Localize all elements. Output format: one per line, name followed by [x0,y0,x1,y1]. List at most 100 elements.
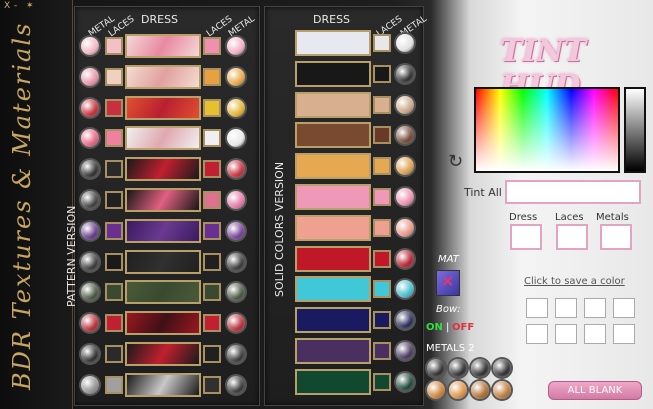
pattern-laces-left-swatch[interactable] [105,314,123,333]
pattern-laces-right-swatch[interactable] [203,252,221,271]
pattern-laces-left-swatch[interactable] [105,160,123,179]
pattern-dress-swatch[interactable] [125,218,201,243]
pattern-dress-swatch[interactable] [125,157,201,182]
pattern-metal-right-button[interactable] [227,129,245,148]
save-color-slot[interactable] [613,298,635,318]
pattern-metal-left-button[interactable] [81,191,99,209]
solid-laces-swatch[interactable] [373,372,391,391]
pattern-metal-right-button[interactable] [227,252,245,271]
color-picker[interactable] [474,87,620,173]
pattern-laces-left-swatch[interactable] [105,98,123,117]
pattern-metal-left-button[interactable] [81,37,99,55]
pattern-metal-right-button[interactable] [227,345,245,363]
pattern-dress-swatch[interactable] [125,95,201,120]
solid-metal-button[interactable] [396,126,414,145]
solid-laces-swatch[interactable] [373,342,391,360]
pattern-laces-left-swatch[interactable] [105,345,123,363]
pattern-metal-right-button[interactable] [227,221,245,240]
solid-laces-swatch[interactable] [373,95,391,114]
refresh-icon[interactable]: ↻ [448,151,468,172]
metals2-button[interactable] [471,381,489,399]
pattern-dress-swatch[interactable] [125,311,201,336]
pattern-metal-left-button[interactable] [81,160,99,179]
solid-metal-button[interactable] [396,372,414,391]
solid-metal-button[interactable] [396,188,414,206]
pattern-laces-right-swatch[interactable] [203,67,221,86]
pattern-dress-swatch[interactable] [125,188,201,212]
save-color-slot[interactable] [555,324,577,344]
pattern-laces-left-swatch[interactable] [105,283,123,302]
pattern-dress-swatch[interactable] [125,342,201,366]
pattern-laces-right-swatch[interactable] [203,221,221,240]
tint-laces-box[interactable] [556,224,588,250]
solid-dress-swatch[interactable] [295,276,371,303]
solid-dress-swatch[interactable] [295,184,371,210]
solid-dress-swatch[interactable] [295,214,371,241]
save-color-slot[interactable] [526,324,548,344]
solid-laces-swatch[interactable] [373,126,391,145]
pattern-dress-swatch[interactable] [125,126,201,151]
pattern-metal-right-button[interactable] [227,375,245,394]
pattern-dress-swatch[interactable] [125,249,201,274]
pattern-metal-right-button[interactable] [227,98,245,117]
pattern-metal-left-button[interactable] [81,252,99,271]
save-color-slot[interactable] [526,298,548,318]
tint-metals-box[interactable] [600,224,632,250]
solid-laces-swatch[interactable] [373,249,391,268]
solid-metal-button[interactable] [396,280,414,299]
save-color-slot[interactable] [584,324,606,344]
pattern-metal-left-button[interactable] [81,283,99,302]
tint-all-box[interactable] [505,180,641,204]
solid-dress-swatch[interactable] [295,91,371,118]
pattern-metal-left-button[interactable] [81,98,99,117]
metals2-button[interactable] [449,359,467,377]
close-button[interactable]: X [4,1,10,11]
pattern-metal-right-button[interactable] [227,160,245,179]
save-color-slot[interactable] [584,298,606,318]
metals2-button[interactable] [493,381,511,399]
solid-metal-button[interactable] [396,157,414,176]
metals2-button[interactable] [427,359,445,377]
pattern-dress-swatch[interactable] [125,64,201,89]
minimize-button[interactable]: - [14,1,17,11]
solid-laces-swatch[interactable] [373,311,391,330]
solid-metal-button[interactable] [396,34,414,52]
pattern-metal-left-button[interactable] [81,67,99,86]
metals2-button[interactable] [493,359,511,377]
solid-laces-swatch[interactable] [373,280,391,299]
pattern-laces-right-swatch[interactable] [203,129,221,148]
pattern-dress-swatch[interactable] [125,372,201,397]
pattern-laces-right-swatch[interactable] [203,314,221,333]
bow-on-button[interactable]: ON [426,322,443,333]
solid-metal-button[interactable] [396,64,414,83]
bow-off-button[interactable]: OFF [452,322,474,333]
metals2-button[interactable] [471,359,489,377]
solid-dress-swatch[interactable] [295,122,371,149]
solid-metal-button[interactable] [396,95,414,114]
pattern-metal-right-button[interactable] [227,283,245,302]
pattern-metal-right-button[interactable] [227,37,245,55]
solid-dress-swatch[interactable] [295,307,371,334]
solid-laces-swatch[interactable] [373,218,391,237]
solid-metal-button[interactable] [396,342,414,360]
pattern-laces-left-swatch[interactable] [105,252,123,271]
solid-laces-swatch[interactable] [373,188,391,206]
metals2-button[interactable] [427,381,445,399]
pattern-laces-left-swatch[interactable] [105,191,123,209]
pattern-laces-right-swatch[interactable] [203,98,221,117]
pattern-dress-swatch[interactable] [125,34,201,58]
tint-dress-box[interactable] [510,224,542,250]
pattern-laces-left-swatch[interactable] [105,37,123,55]
pattern-metal-left-button[interactable] [81,375,99,394]
pattern-metal-right-button[interactable] [227,314,245,333]
pattern-laces-right-swatch[interactable] [203,375,221,394]
pattern-metal-left-button[interactable] [81,345,99,363]
solid-laces-swatch[interactable] [373,64,391,83]
solid-metal-button[interactable] [396,218,414,237]
pattern-laces-left-swatch[interactable] [105,129,123,148]
pattern-laces-left-swatch[interactable] [105,67,123,86]
solid-dress-swatch[interactable] [295,338,371,364]
pattern-metal-left-button[interactable] [81,129,99,148]
pattern-laces-right-swatch[interactable] [203,37,221,55]
all-blank-button[interactable]: ALL BLANK [548,381,642,400]
